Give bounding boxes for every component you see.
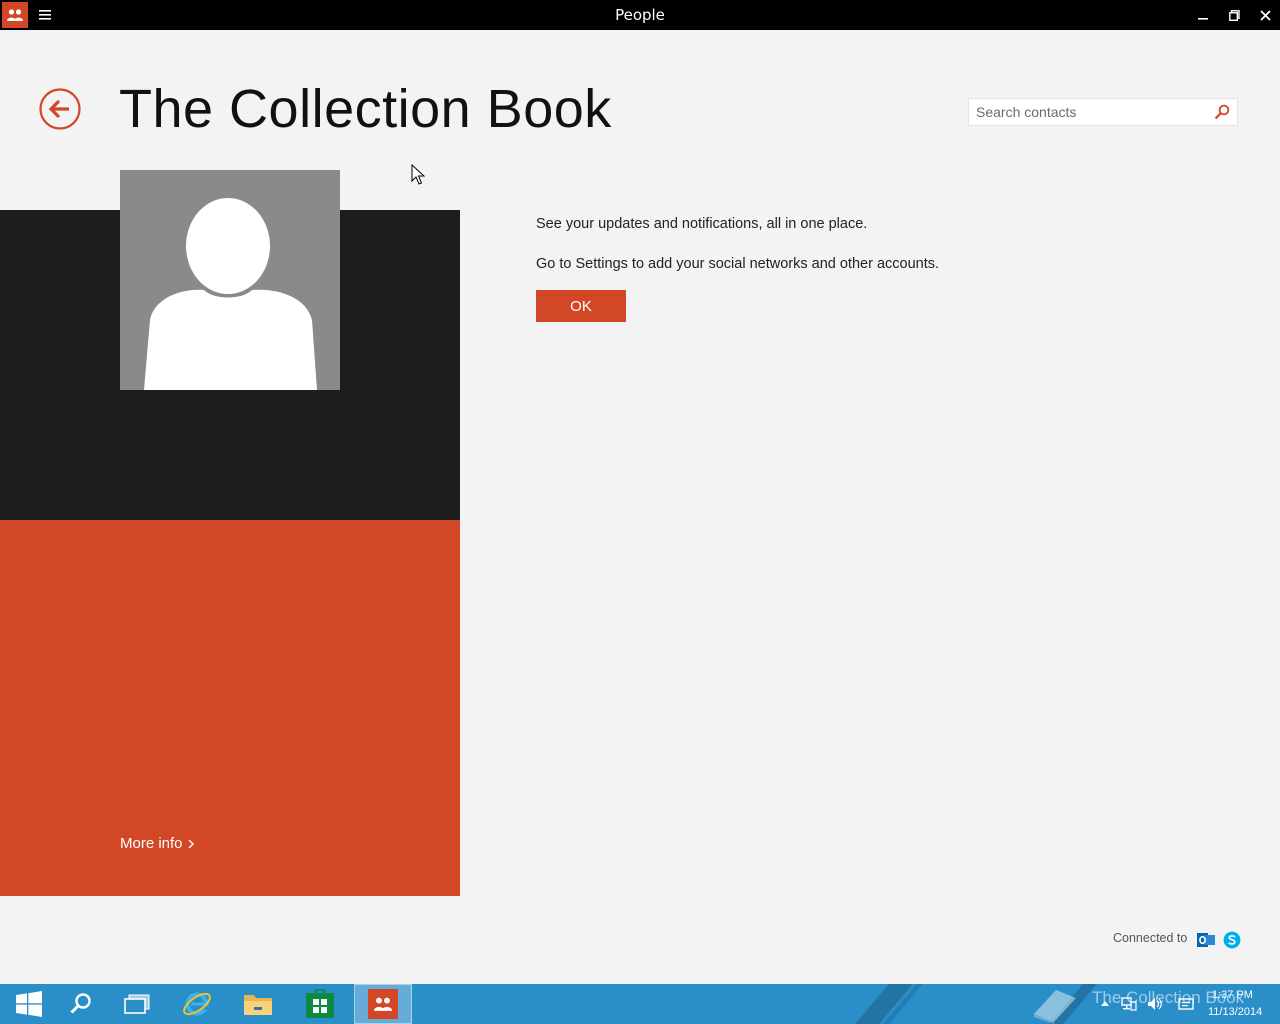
file-explorer-button[interactable] <box>229 984 287 1024</box>
minimize-button[interactable] <box>1188 0 1218 30</box>
task-view-button[interactable] <box>108 984 166 1024</box>
more-info-link[interactable]: More info <box>120 835 195 852</box>
taskbar-search-button[interactable] <box>52 984 110 1024</box>
title-bar: People <box>0 0 1280 30</box>
more-info-label: More info <box>120 835 183 852</box>
clock-date[interactable]: 11/13/2014 <box>1208 1006 1262 1018</box>
people-icon <box>2 2 28 28</box>
back-button[interactable] <box>39 88 81 130</box>
search-input[interactable] <box>969 99 1209 125</box>
network-icon[interactable] <box>1121 996 1137 1012</box>
notification-line-1: See your updates and notifications, all … <box>536 216 868 232</box>
people-taskbar-button[interactable] <box>354 984 412 1024</box>
volume-icon[interactable] <box>1146 996 1162 1012</box>
search-icon <box>70 993 91 1014</box>
maximize-icon <box>1228 9 1240 21</box>
taskbar: The Collection Book 1:37 PM 11/13/2014 <box>0 984 1280 1024</box>
skype-icon[interactable] <box>1223 931 1241 949</box>
page-title: The Collection Book <box>119 79 612 139</box>
internet-explorer-button[interactable] <box>168 984 226 1024</box>
close-button[interactable] <box>1250 0 1280 30</box>
file-explorer-icon <box>244 995 272 1015</box>
minimize-icon <box>1198 18 1208 20</box>
start-button[interactable] <box>0 984 58 1024</box>
store-icon <box>306 989 334 1018</box>
task-view-icon <box>124 994 150 1014</box>
close-icon <box>1259 9 1271 21</box>
back-arrow-icon <box>39 88 81 130</box>
avatar <box>120 170 340 390</box>
profile-accent-panel <box>0 520 460 896</box>
person-placeholder-icon <box>144 198 317 390</box>
notification-line-2: Go to Settings to add your social networ… <box>536 256 940 272</box>
clock-time[interactable]: 1:37 PM <box>1212 989 1253 1001</box>
ok-button[interactable]: OK <box>536 290 626 322</box>
outlook-icon[interactable] <box>1197 931 1215 949</box>
connected-to-label: Connected to <box>1113 931 1188 945</box>
hamburger-icon[interactable] <box>36 8 54 22</box>
people-icon <box>368 989 398 1019</box>
search-icon[interactable] <box>1214 104 1230 120</box>
action-center-icon[interactable] <box>1178 996 1194 1012</box>
store-button[interactable] <box>291 984 349 1024</box>
search-box <box>968 98 1238 126</box>
maximize-button[interactable] <box>1219 0 1249 30</box>
internet-explorer-icon <box>183 992 211 1016</box>
window-title: People <box>615 6 665 24</box>
chevron-right-icon <box>188 839 194 848</box>
book-icon <box>1034 990 1076 1024</box>
show-hidden-icons-icon[interactable] <box>1097 996 1113 1012</box>
start-icon <box>16 991 42 1017</box>
mouse-cursor-icon <box>411 164 425 185</box>
